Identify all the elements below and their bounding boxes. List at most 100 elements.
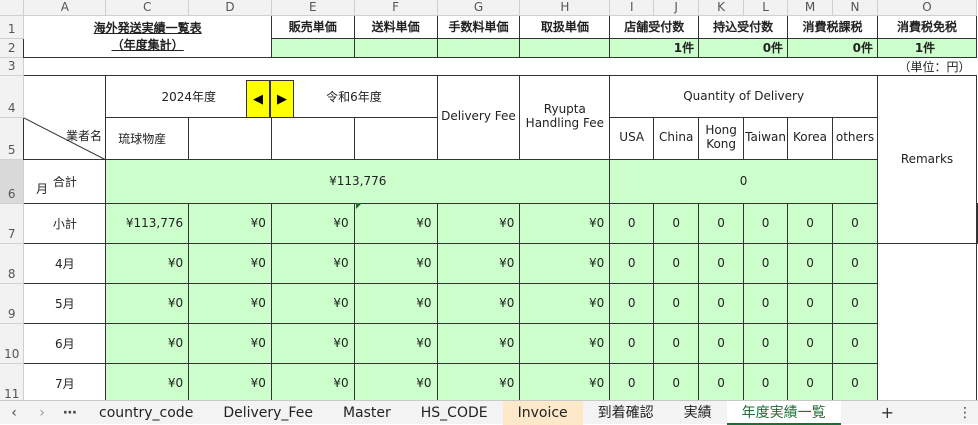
subtotal-label[interactable]: 小計 (23, 202, 107, 244)
country-taiwan[interactable]: Taiwan (743, 116, 789, 160)
month-qty[interactable]: 0 (609, 362, 655, 400)
subtotal-qty-taiwan[interactable]: 0 (743, 202, 789, 244)
subtotal-amount-g[interactable]: ¥0 (436, 202, 521, 244)
header-fee-price[interactable]: 手数料単価 (436, 14, 521, 39)
subtotal-remarks[interactable] (976, 202, 978, 244)
month-amount[interactable]: ¥0 (270, 242, 355, 284)
vendor-name-cell[interactable]: 琉球物産 (105, 116, 190, 160)
subtotal-qty-hong-kong[interactable]: 0 (698, 202, 745, 244)
tab-delivery-fee[interactable]: Delivery_Fee (208, 401, 328, 425)
month-amount[interactable]: ¥0 (270, 282, 355, 324)
month-qty[interactable]: 0 (653, 282, 700, 324)
month-amount[interactable]: ¥0 (353, 242, 438, 284)
sheet-title-cell[interactable]: 海外発送実績一覧表 （年度集計） (23, 14, 272, 58)
month-amount[interactable]: ¥0 (105, 242, 190, 284)
month-amount[interactable]: ¥0 (188, 282, 272, 324)
subtotal-amount-h[interactable]: ¥0 (519, 202, 611, 244)
row-header-8[interactable]: 8 (0, 243, 25, 284)
header-shipping-price[interactable]: 送料単価 (353, 14, 438, 39)
tab-invoice[interactable]: Invoice (502, 400, 583, 425)
cell-shipping-price[interactable] (353, 37, 438, 58)
month-amount[interactable]: ¥0 (519, 282, 611, 324)
subtotal-amount-e[interactable]: ¥0 (270, 202, 355, 244)
vendor-blank-d[interactable] (188, 116, 272, 160)
previous-year-button[interactable]: ◀ (246, 80, 270, 118)
country-usa[interactable]: USA (609, 116, 655, 160)
header-handling-price[interactable]: 取扱単価 (519, 14, 611, 39)
cell-shop-count[interactable]: 1件 (609, 37, 700, 58)
month-qty[interactable]: 0 (832, 362, 878, 400)
tab-results[interactable]: 実績 (669, 401, 727, 425)
tab-master[interactable]: Master (328, 401, 406, 425)
plus-icon[interactable]: + (881, 403, 894, 422)
month-amount[interactable]: ¥0 (353, 362, 438, 400)
tab-country-code[interactable]: country_code (84, 401, 208, 425)
month-qty[interactable]: 0 (743, 242, 789, 284)
month-label[interactable]: 7月 (23, 362, 107, 400)
month-amount[interactable]: ¥0 (436, 362, 521, 400)
ellipsis-icon[interactable]: ⋯ (56, 405, 84, 421)
column-header-e[interactable]: E (271, 0, 355, 16)
month-qty[interactable]: 0 (743, 362, 789, 400)
quantity-header[interactable]: Quantity of Delivery (609, 74, 878, 118)
month-qty[interactable]: 0 (743, 322, 789, 364)
row-header-2[interactable]: 2 (0, 38, 25, 58)
year-japanese-cell[interactable]: 令和6年度 (271, 74, 438, 118)
column-header-g[interactable]: G (437, 0, 521, 16)
month-amount[interactable]: ¥0 (188, 242, 272, 284)
spreadsheet-grid[interactable]: A C D E F G H I J K L M N O 1 海外発送実績一覧表 … (0, 0, 978, 400)
remarks-header[interactable]: Remarks (876, 74, 978, 244)
subtotal-amount-c[interactable]: ¥113,776 (105, 202, 190, 244)
row-header-1[interactable]: 1 (0, 15, 25, 39)
month-qty[interactable]: 0 (609, 282, 655, 324)
next-year-button[interactable]: ▶ (270, 80, 294, 118)
tab-annual-results[interactable]: 年度実績一覧 (726, 400, 841, 425)
column-header-a[interactable]: A (23, 0, 107, 16)
chevron-right-icon[interactable]: › (28, 405, 56, 421)
month-qty[interactable]: 0 (832, 322, 878, 364)
row-header-9[interactable]: 9 (0, 283, 25, 324)
month-amount[interactable]: ¥0 (270, 322, 355, 364)
row-header-3[interactable]: 3 (0, 57, 25, 76)
month-amount[interactable]: ¥0 (519, 322, 611, 364)
month-qty[interactable]: 0 (832, 242, 878, 284)
month-qty[interactable]: 0 (609, 322, 655, 364)
row-3-blank[interactable] (23, 57, 878, 76)
month-amount[interactable]: ¥0 (519, 242, 611, 284)
month-qty[interactable]: 0 (698, 242, 745, 284)
subtotal-qty-korea[interactable]: 0 (787, 202, 834, 244)
tab-arrival-check[interactable]: 到着確認 (583, 401, 669, 425)
vendor-blank-f[interactable] (353, 116, 438, 160)
vendor-blank-e[interactable] (270, 116, 355, 160)
remarks-cell[interactable] (876, 243, 978, 400)
month-qty[interactable]: 0 (743, 282, 789, 324)
row-header-10[interactable]: 10 (0, 323, 25, 364)
total-amount[interactable]: ¥113,776 (105, 158, 611, 204)
month-label[interactable]: 6月 (23, 322, 107, 364)
row-header-7[interactable]: 7 (0, 203, 25, 244)
month-amount[interactable]: ¥0 (519, 362, 611, 400)
subtotal-amount-f[interactable]: ¥0 (353, 202, 438, 244)
column-header-f[interactable]: F (354, 0, 438, 16)
country-hong-kong[interactable]: Hong Kong (698, 116, 745, 160)
cell-exempt-count[interactable]: 1件 (876, 37, 978, 58)
comment-indicator[interactable] (356, 203, 362, 209)
column-header-c[interactable]: C (105, 0, 190, 16)
country-china[interactable]: China (653, 116, 700, 160)
header-tax-exempt[interactable]: 消費税免税 (876, 14, 978, 39)
month-qty[interactable]: 0 (653, 322, 700, 364)
month-qty[interactable]: 0 (832, 282, 878, 324)
month-label[interactable]: 5月 (23, 282, 107, 324)
tab-hs-code[interactable]: HS_CODE (406, 401, 503, 425)
row-header-5[interactable]: 5 (0, 117, 25, 160)
cell-sales-price[interactable] (270, 37, 355, 58)
month-qty[interactable]: 0 (698, 322, 745, 364)
row-header-6[interactable]: 6 (0, 159, 25, 204)
subtotal-amount-d[interactable]: ¥0 (188, 202, 272, 244)
column-header-d[interactable]: D (188, 0, 272, 16)
row-header-11[interactable]: 11 (0, 363, 25, 400)
unit-label[interactable]: （単位：円） (877, 57, 977, 76)
month-qty[interactable]: 0 (653, 242, 700, 284)
subtotal-qty-china[interactable]: 0 (653, 202, 700, 244)
column-header-m[interactable]: M (787, 0, 834, 16)
